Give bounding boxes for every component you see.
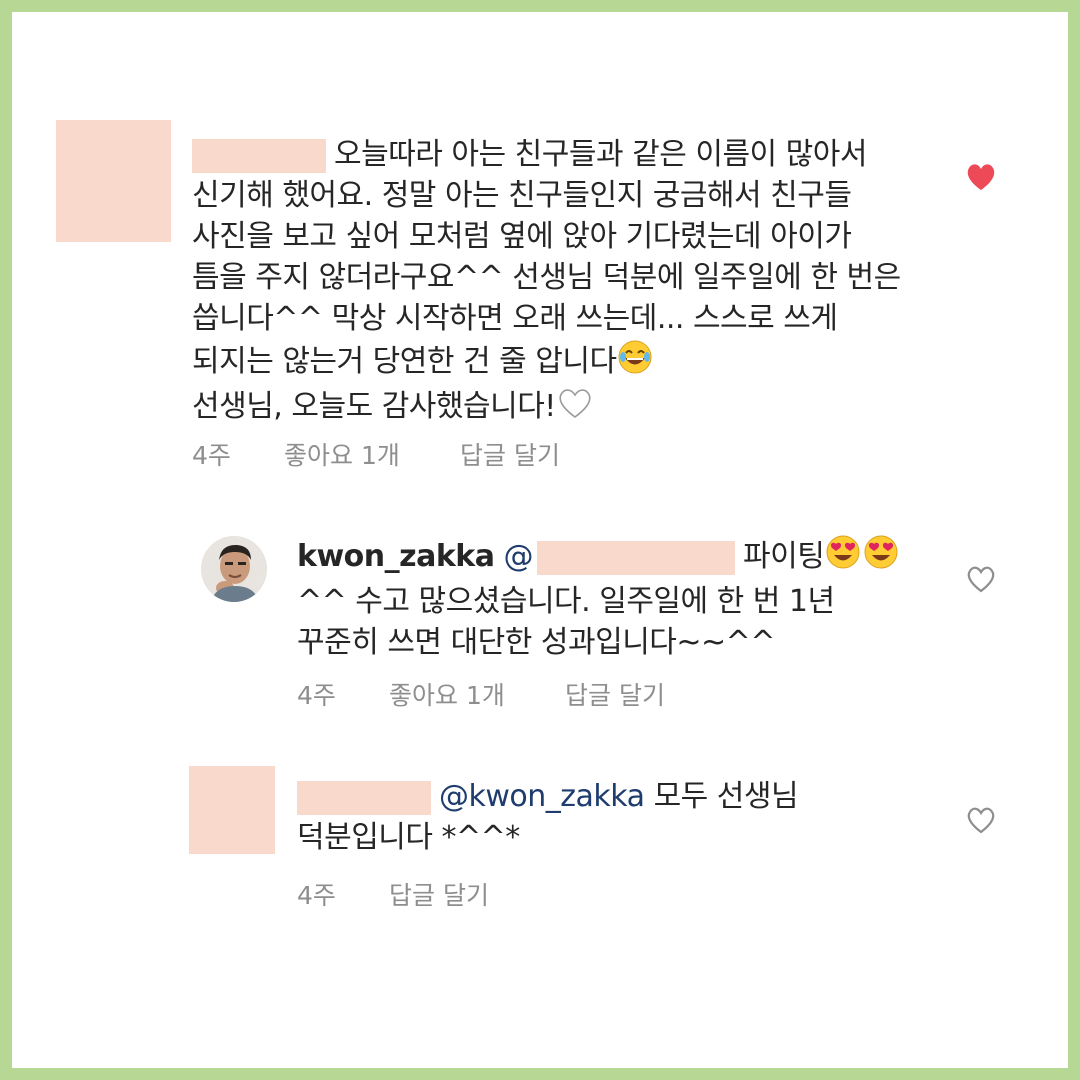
comment-line: 꾸준히 쓰면 대단한 성과입니다~~^^ (297, 625, 775, 660)
heart-filled-icon[interactable] (965, 162, 997, 192)
reply-body: kwon_zakka @ 파이팅 ^^ 수고 많으셨습니다. 일주일에 한 번 1… (297, 534, 900, 663)
comment-line: 오늘따라 아는 친구들과 같은 이름이 많아서 (192, 134, 901, 175)
comment-text-line: 오늘따라 아는 친구들과 같은 이름이 많아서 (334, 137, 867, 172)
comment-time[interactable]: 4주 (192, 436, 284, 472)
comment-line: 씁니다^^ 막상 시작하면 오래 쓰는데... 스스로 쓰게 (192, 301, 838, 336)
mention-link[interactable]: @kwon_zakka (439, 779, 645, 814)
comment-meta: 4주 좋아요 1개 답글 달기 (192, 436, 560, 472)
comment-time[interactable]: 4주 (297, 676, 389, 712)
heart-outline-icon[interactable] (965, 564, 997, 594)
comment-line: @kwon_zakka 모두 선생님 (297, 776, 799, 817)
comment-text-line: 파이팅 (743, 539, 825, 574)
comment-line: 덕분입니다 *^^* (297, 820, 520, 855)
heart-eyes-emoji-icon (862, 534, 900, 581)
heart-outline-icon[interactable] (965, 805, 997, 835)
comment-line: kwon_zakka @ 파이팅 (297, 534, 900, 581)
comment-line: 신기해 했어요. 정말 아는 친구들인지 궁금해서 친구들 (192, 178, 852, 213)
comment-body: 오늘따라 아는 친구들과 같은 이름이 많아서 신기해 했어요. 정말 아는 친… (192, 134, 901, 431)
username-blur[interactable] (297, 780, 431, 815)
white-heart-icon (556, 386, 594, 431)
heart-eyes-emoji-icon (824, 534, 862, 581)
laughing-emoji-icon (617, 339, 653, 386)
comment-line: ^^ 수고 많으셨습니다. 일주일에 한 번 1년 (297, 584, 835, 619)
mention-at[interactable]: @ (504, 539, 534, 574)
avatar[interactable] (201, 536, 267, 602)
reply-body: @kwon_zakka 모두 선생님 덕분입니다 *^^* (297, 776, 799, 858)
avatar[interactable] (189, 766, 275, 854)
comment-line: 되지는 않는거 당연한 건 줄 압니다 (192, 339, 901, 386)
profile-photo-icon (201, 536, 267, 602)
comment-line: 사진을 보고 싶어 모처럼 옆에 앉아 기다렸는데 아이가 (192, 219, 852, 254)
username-link[interactable]: kwon_zakka (297, 539, 495, 574)
comment-text-line: 되지는 않는거 당연한 건 줄 압니다 (192, 344, 617, 379)
username-blur[interactable] (192, 138, 326, 173)
comment-time[interactable]: 4주 (297, 876, 389, 912)
comment-line: 틈을 주지 않더라구요^^ 선생님 덕분에 일주일에 한 번은 (192, 260, 901, 295)
likes-count[interactable]: 좋아요 1개 (389, 676, 565, 712)
reply-meta: 4주 좋아요 1개 답글 달기 (297, 676, 665, 712)
likes-count[interactable]: 좋아요 1개 (284, 436, 460, 472)
mention-blur[interactable] (537, 540, 736, 575)
comment-text-line: 선생님, 오늘도 감사했습니다! (192, 389, 556, 424)
comment-text-line: 모두 선생님 (653, 779, 799, 814)
comment-panel: 오늘따라 아는 친구들과 같은 이름이 많아서 신기해 했어요. 정말 아는 친… (12, 12, 1068, 1068)
comment-line: 선생님, 오늘도 감사했습니다! (192, 386, 901, 431)
reply-button[interactable]: 답글 달기 (565, 676, 665, 712)
reply-button[interactable]: 답글 달기 (389, 876, 489, 912)
reply-meta: 4주 답글 달기 (297, 876, 489, 912)
reply-button[interactable]: 답글 달기 (460, 436, 560, 472)
avatar[interactable] (56, 120, 171, 242)
